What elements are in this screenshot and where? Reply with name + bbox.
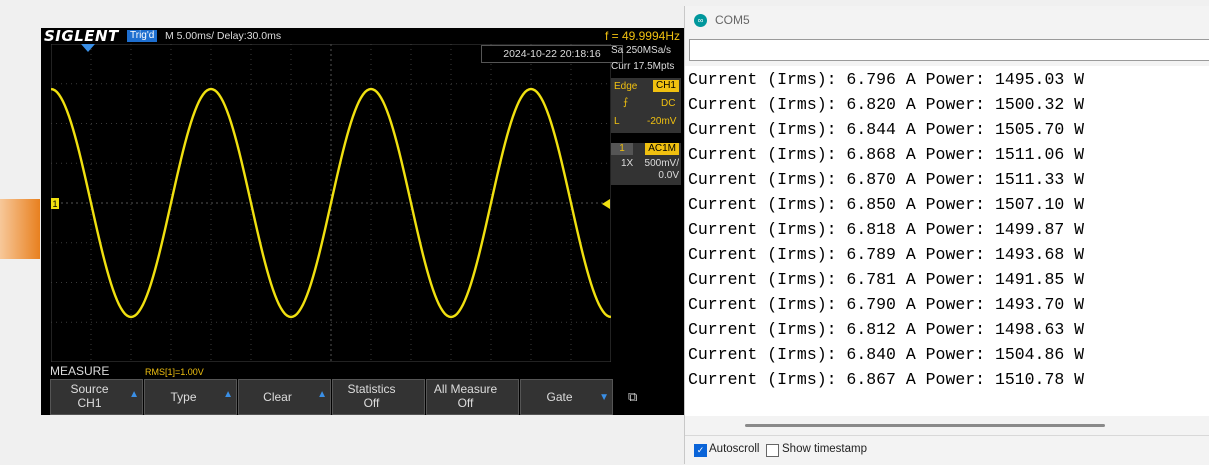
window-titlebar: ∞ COM5 — [685, 6, 1209, 36]
horizontal-scrollbar[interactable] — [745, 424, 1105, 427]
sample-rate-readout: Sa 250MSa/s — [611, 45, 672, 56]
vertical-scale: 500mV/ — [644, 158, 679, 169]
clear-softkey[interactable]: Clear ▲ — [238, 379, 331, 415]
softkey-label: All Measure — [433, 382, 498, 396]
probe-ratio: 1X — [621, 158, 634, 169]
network-icon: ⧉ — [628, 389, 638, 404]
softkey-bar: Source CH1 ▲ Type ▲ Clear ▲ Statistics O… — [50, 379, 684, 415]
trigger-panel: Edge CH1 ⨍ DC L -20mV — [611, 78, 681, 133]
window-title: COM5 — [715, 13, 750, 27]
channel-marker-label: 1 — [53, 199, 58, 209]
serial-line: Current (Irms): 6.850 A Power: 1507.10 W — [688, 195, 1085, 214]
statistics-softkey[interactable]: Statistics Off — [332, 379, 425, 415]
serial-line: Current (Irms): 6.820 A Power: 1500.32 W — [688, 95, 1085, 114]
arrow-down-icon: ▼ — [599, 392, 609, 403]
oscilloscope-screen: SIGLENT Trig'd M 5.00ms/ Delay:30.0ms f … — [41, 28, 684, 415]
channel-panel: 1 AC1M 1X 500mV/ 0.0V — [611, 143, 681, 185]
show-timestamp-label: Show timestamp — [782, 443, 868, 455]
serial-monitor-window: ∞ COM5 Current (Irms): 6.796 A Power: 14… — [684, 6, 1209, 465]
memory-depth-readout: Curr 17.5Mpts — [611, 61, 675, 72]
serial-line: Current (Irms): 6.796 A Power: 1495.03 W — [688, 70, 1085, 89]
softkey-label: Source — [70, 382, 109, 396]
waveform-grid: 1 — [51, 44, 611, 362]
serial-line: Current (Irms): 6.790 A Power: 1493.70 W — [688, 295, 1085, 314]
softkey-label: Statistics — [347, 382, 396, 396]
serial-options-bar: ✓ Autoscroll Show timestamp — [685, 435, 1209, 465]
scope-status-bar: SIGLENT Trig'd M 5.00ms/ Delay:30.0ms f … — [41, 28, 684, 44]
frequency-readout: f = 49.9994Hz — [604, 29, 680, 43]
arrow-up-icon: ▲ — [317, 389, 327, 400]
serial-line: Current (Irms): 6.870 A Power: 1511.33 W — [688, 170, 1085, 189]
trigger-level-label: L — [614, 116, 620, 127]
serial-line: Current (Irms): 6.818 A Power: 1499.87 W — [688, 220, 1085, 239]
datetime-readout: 2024-10-22 20:18:16 — [481, 45, 623, 63]
softkey-label: Type — [170, 390, 197, 404]
arduino-icon: ∞ — [694, 14, 707, 27]
trigger-status-badge: Trig'd — [127, 30, 158, 42]
arrow-up-icon: ▲ — [223, 389, 233, 400]
all-measure-softkey[interactable]: All Measure Off — [426, 379, 519, 415]
softkey-value: CH1 — [77, 396, 102, 410]
trigger-coupling: DC — [661, 98, 676, 109]
autoscroll-label: Autoscroll — [709, 443, 760, 455]
softkey-label: Clear — [263, 390, 292, 404]
trigger-level-marker — [602, 199, 610, 209]
vertical-offset: 0.0V — [658, 170, 679, 181]
serial-line: Current (Irms): 6.840 A Power: 1504.86 W — [688, 345, 1085, 364]
softkey-label: Gate — [546, 390, 573, 404]
softkey-value: Off — [457, 396, 474, 410]
channel-coupling-badge: AC1M — [645, 143, 679, 155]
serial-output[interactable]: Current (Irms): 6.796 A Power: 1495.03 W… — [685, 66, 1209, 416]
rms-measurement: RMS[1]=1.00V — [145, 367, 204, 377]
timebase-readout: M 5.00ms/ Delay:30.0ms — [165, 30, 282, 42]
serial-line: Current (Irms): 6.812 A Power: 1498.63 W — [688, 320, 1085, 339]
trigger-source-badge: CH1 — [652, 80, 679, 92]
trigger-level-value: -20mV — [647, 116, 677, 127]
autoscroll-checkbox[interactable]: ✓ — [694, 444, 707, 457]
serial-line: Current (Irms): 6.781 A Power: 1491.85 W — [688, 270, 1085, 289]
source-softkey[interactable]: Source CH1 ▲ — [50, 379, 143, 415]
softkey-value: Off — [363, 396, 380, 410]
serial-line: Current (Irms): 6.789 A Power: 1493.68 W — [688, 245, 1085, 264]
type-softkey[interactable]: Type ▲ — [144, 379, 237, 415]
rising-edge-icon: ⨍ — [623, 97, 629, 108]
serial-line: Current (Irms): 6.844 A Power: 1505.70 W — [688, 120, 1085, 139]
channel-number: 1 — [611, 143, 633, 155]
measure-menu-title: MEASURE — [50, 364, 110, 378]
show-timestamp-checkbox[interactable] — [766, 444, 779, 457]
side-tab[interactable] — [0, 199, 40, 259]
brand-logo: SIGLENT — [44, 28, 119, 45]
trigger-type: Edge — [614, 81, 638, 92]
serial-line: Current (Irms): 6.867 A Power: 1510.78 W — [688, 370, 1085, 389]
trigger-position-marker — [81, 44, 95, 52]
send-input[interactable] — [689, 39, 1209, 61]
serial-line: Current (Irms): 6.868 A Power: 1511.06 W — [688, 145, 1085, 164]
gate-softkey[interactable]: Gate ▼ — [520, 379, 613, 415]
arrow-up-icon: ▲ — [129, 389, 139, 400]
